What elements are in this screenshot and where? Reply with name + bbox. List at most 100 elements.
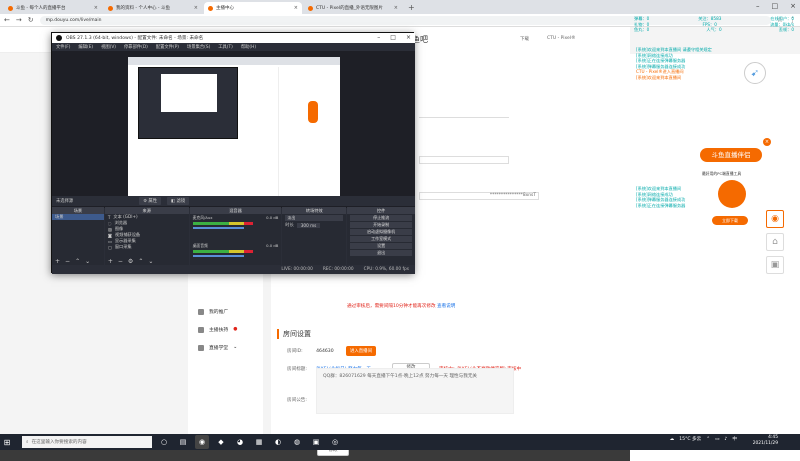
back-icon[interactable]: ← bbox=[4, 16, 10, 24]
sidebar-item-support[interactable]: 主播扶持 ● bbox=[198, 326, 237, 333]
up-icon[interactable]: ⌃ bbox=[75, 258, 80, 265]
network-icon[interactable]: ▭ bbox=[715, 437, 719, 442]
edge-icon[interactable]: ◐ bbox=[271, 435, 285, 449]
minimize-icon[interactable]: – bbox=[756, 2, 760, 10]
menu-item[interactable]: 场景集合(S) bbox=[187, 44, 210, 50]
up-icon[interactable]: ⌃ bbox=[138, 258, 143, 265]
douyu-favicon-icon bbox=[308, 5, 313, 11]
home-icon[interactable]: ⌂ bbox=[766, 233, 784, 251]
close-icon[interactable]: × bbox=[294, 5, 298, 11]
down-icon[interactable]: ⌄ bbox=[148, 258, 153, 265]
menu-item[interactable]: 配置文件(P) bbox=[156, 44, 179, 50]
minimize-icon[interactable]: – bbox=[377, 34, 380, 41]
ime-icon[interactable]: 中 bbox=[732, 436, 737, 442]
wechat-icon[interactable]: ◍ bbox=[290, 435, 304, 449]
remove-icon[interactable]: − bbox=[65, 258, 70, 265]
volume-slider[interactable] bbox=[192, 227, 245, 229]
task-view-icon[interactable]: ○ bbox=[157, 435, 171, 449]
maximize-icon[interactable]: □ bbox=[772, 2, 779, 10]
add-icon[interactable]: + bbox=[108, 258, 113, 265]
scene-label: 场景 bbox=[55, 214, 64, 219]
search-placeholder: 在这里输入你要搜索的内容 bbox=[31, 440, 87, 445]
chrome-icon[interactable]: ◕ bbox=[233, 435, 247, 449]
properties-button[interactable]: ⚙ 属性 bbox=[139, 197, 161, 205]
browser-tab-active[interactable]: 主播中心 × bbox=[204, 2, 302, 14]
camera-icon: ◙ bbox=[107, 232, 112, 238]
add-icon[interactable]: + bbox=[55, 258, 60, 265]
app-icon[interactable]: ▣ bbox=[309, 435, 323, 449]
close-icon[interactable]: × bbox=[194, 5, 198, 11]
gear-icon[interactable]: ⚙ bbox=[128, 258, 133, 265]
obs-taskbar-icon[interactable]: ◉ bbox=[195, 435, 209, 449]
reload-icon[interactable]: ↻ bbox=[28, 16, 34, 24]
transition-select[interactable]: 淡出 bbox=[285, 215, 344, 221]
sidebar-item-label: 直播学堂 bbox=[209, 346, 229, 351]
stream-key-field[interactable]: ***************8xnsT bbox=[419, 192, 539, 200]
menu-item[interactable]: 文件(F) bbox=[56, 44, 70, 50]
down-icon[interactable]: ⌄ bbox=[85, 258, 90, 265]
forward-icon[interactable]: → bbox=[16, 16, 22, 24]
help-link[interactable]: 查看说明 bbox=[437, 304, 455, 309]
steam-icon[interactable]: ◎ bbox=[328, 435, 342, 449]
input-box[interactable] bbox=[419, 156, 509, 164]
browser-tab[interactable]: CTU - Pixel的直播_外语无限图片 × bbox=[304, 2, 402, 14]
virtual-camera-button[interactable]: 启动虚拟摄像机 bbox=[350, 229, 413, 235]
stat: 丢帧：0 bbox=[778, 27, 794, 33]
app-icon[interactable]: ◆ bbox=[214, 435, 228, 449]
settings-button[interactable]: 设置 bbox=[350, 243, 413, 249]
companion-side-icon[interactable]: ◉ bbox=[766, 210, 784, 228]
studio-mode-button[interactable]: 工作室模式 bbox=[350, 236, 413, 242]
menu-item[interactable]: 视图(V) bbox=[101, 44, 116, 50]
source-item[interactable]: ▢ 窗口采集 bbox=[105, 244, 189, 250]
sources-dock: 来源 T 文本 (GDI+) ◌ 浏览器 ▨ 图像 ◙ 视频捕获设备 ▭ 显示器采集 ▢ 窗… bbox=[104, 207, 189, 265]
close-icon[interactable]: × bbox=[94, 5, 98, 11]
taskbar: ⊞ ⌕ 在这里输入你要搜索的内容 ○ ▤ ◉ ◆ ◕ ▦ ◐ ◍ ▣ ◎ ☁ 15… bbox=[0, 434, 800, 450]
notice-box: QQ群：826071629 每天直播下午1点-晚上12点 努力每一天 理性与我无… bbox=[316, 368, 514, 414]
close-icon[interactable]: × bbox=[763, 138, 771, 146]
sidebar-item-promotion[interactable]: 我的推广 bbox=[198, 308, 228, 315]
scene-item[interactable]: 场景 bbox=[52, 214, 104, 220]
dock-toolbar: + − ⌃ ⌄ bbox=[52, 258, 104, 265]
obs-preview[interactable] bbox=[52, 51, 415, 208]
volume-icon[interactable]: ♪ bbox=[724, 437, 727, 442]
clock[interactable]: 4:45 2021/11/29 bbox=[753, 435, 778, 447]
download-link[interactable]: 下载 bbox=[520, 36, 529, 42]
preview-nested-canvas bbox=[161, 74, 217, 112]
menu-item[interactable]: 工具(T) bbox=[218, 44, 233, 50]
preview-browser-bar bbox=[128, 57, 340, 65]
start-recording-button[interactable]: 开始录制 bbox=[350, 222, 413, 228]
obs-logo-icon bbox=[56, 35, 62, 41]
download-now-button[interactable]: 立即下载 bbox=[712, 216, 748, 225]
exit-button[interactable]: 退出 bbox=[350, 250, 413, 256]
new-tab-button[interactable]: + bbox=[404, 2, 419, 14]
maximize-icon[interactable]: □ bbox=[390, 34, 396, 41]
douyu-bird-icon[interactable]: ➹ bbox=[744, 62, 766, 84]
close-icon[interactable]: × bbox=[394, 5, 398, 11]
menu-item[interactable]: 帮助(H) bbox=[241, 44, 256, 50]
menu-item[interactable]: 停靠部件(D) bbox=[124, 44, 148, 50]
stat: 人气：0 bbox=[706, 27, 722, 33]
scenes-dock: 场景 场景 + − ⌃ ⌄ bbox=[52, 207, 104, 265]
enter-room-button[interactable]: 进入直播间 bbox=[346, 346, 376, 356]
filters-button[interactable]: ◧ 滤镜 bbox=[167, 197, 190, 205]
volume-slider[interactable] bbox=[192, 255, 245, 257]
file-explorer-icon[interactable]: ▤ bbox=[176, 435, 190, 449]
screen-icon[interactable]: ▣ bbox=[766, 256, 784, 274]
app-icon[interactable]: ▦ bbox=[252, 435, 266, 449]
browser-tab[interactable]: 我的资料 - 个人中心 - 斗鱼 × bbox=[104, 2, 202, 14]
user-name[interactable]: CTU - Pixel® bbox=[547, 36, 576, 42]
close-icon[interactable]: × bbox=[406, 34, 411, 41]
sidebar-item-academy[interactable]: 直播学堂 ⌄ bbox=[198, 344, 237, 351]
taskbar-search[interactable]: ⌕ 在这里输入你要搜索的内容 bbox=[22, 436, 152, 448]
menu-item[interactable]: 编辑(E) bbox=[78, 44, 93, 50]
stop-streaming-button[interactable]: 停止推流 bbox=[350, 215, 413, 221]
browser-tab[interactable]: 斗鱼 - 每个人的直播平台 × bbox=[4, 2, 102, 14]
windows-start-icon[interactable]: ⊞ bbox=[0, 434, 14, 450]
remove-icon[interactable]: − bbox=[118, 258, 123, 265]
close-window-icon[interactable]: × bbox=[790, 2, 796, 10]
duration-label: 时长 bbox=[285, 222, 294, 227]
preview-promo bbox=[308, 101, 318, 123]
tray-up-icon[interactable]: ⌃ bbox=[706, 437, 710, 442]
room-title-label: 房间标题: bbox=[287, 367, 307, 372]
duration-input[interactable]: 300 ms bbox=[296, 222, 321, 228]
